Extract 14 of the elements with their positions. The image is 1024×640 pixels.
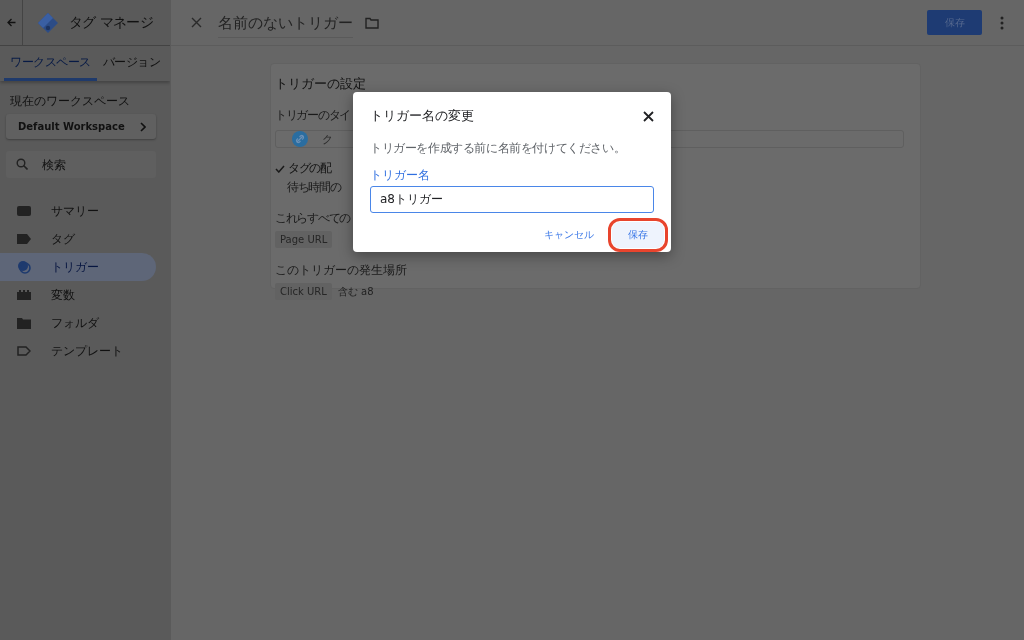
card-heading: トリガーの設定 bbox=[275, 75, 367, 93]
field-label: トリガーのタイ bbox=[275, 107, 350, 124]
app-title: タグ マネージ bbox=[69, 13, 154, 32]
dialog-title: トリガー名の変更 bbox=[370, 108, 474, 125]
dialog-description: トリガーを作成する前に名前を付けてください。 bbox=[370, 140, 626, 157]
condition-text: 含む a8 bbox=[337, 284, 374, 299]
variable-chip: Click URL bbox=[275, 283, 332, 300]
workspace-label: 現在のワークスペース bbox=[10, 93, 130, 110]
option-label: タグの配 bbox=[288, 160, 330, 177]
field-label: トリガー名 bbox=[370, 167, 430, 184]
conditions-label: このトリガーの発生場所 bbox=[275, 262, 407, 279]
conditions-label: これらすべての bbox=[275, 210, 350, 227]
variable-chip: Page URL bbox=[275, 231, 333, 248]
option-note: 待ち時間の bbox=[287, 179, 341, 196]
